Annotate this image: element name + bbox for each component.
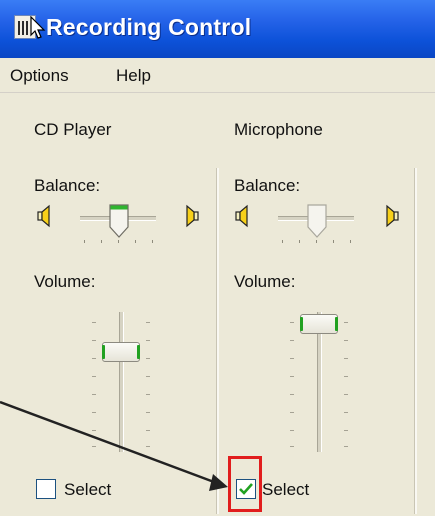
annotation-arrow xyxy=(0,400,228,491)
